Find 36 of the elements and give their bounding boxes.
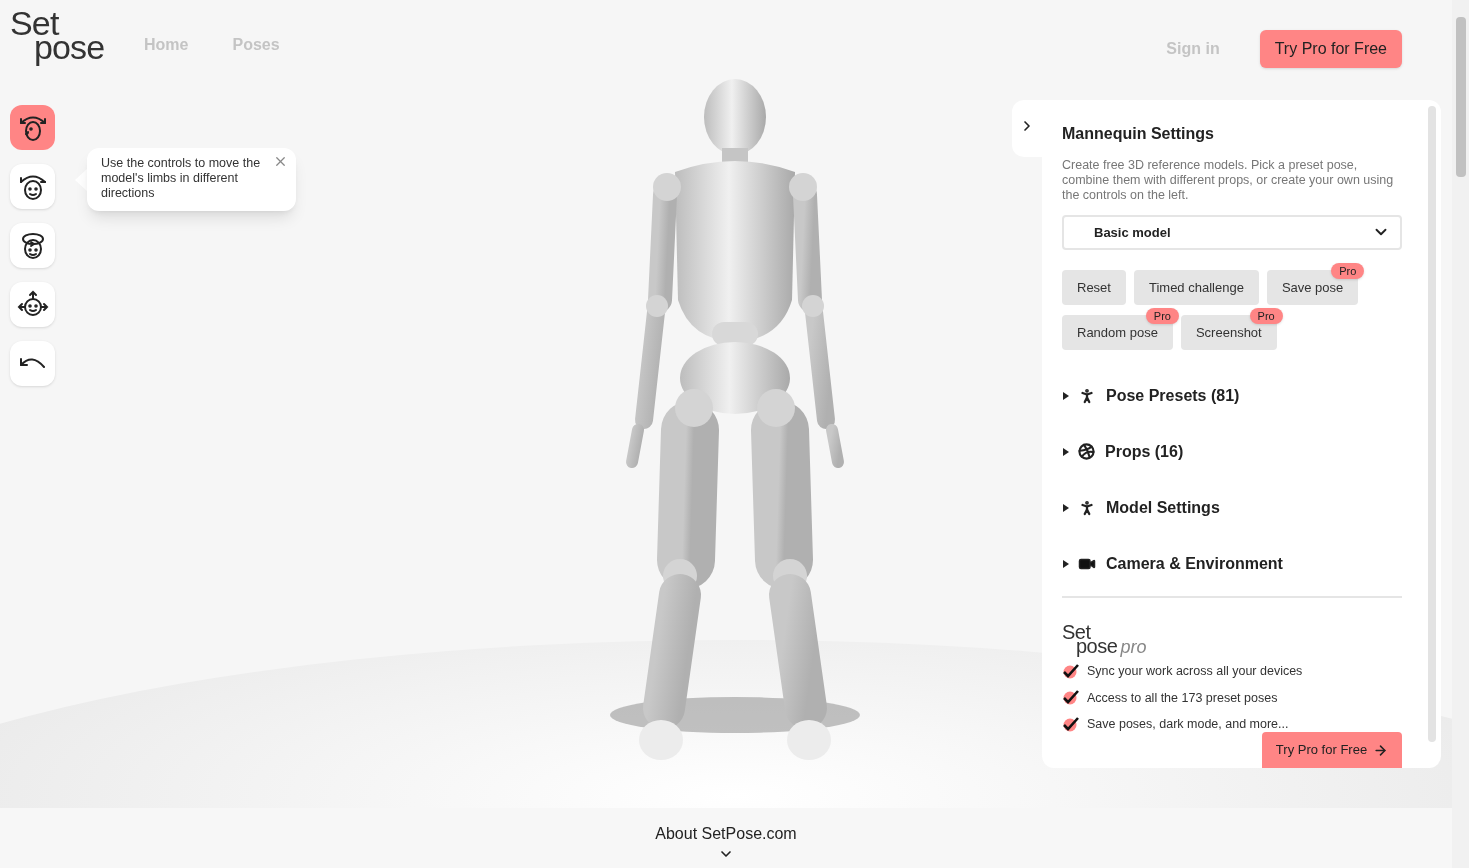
action-button[interactable]: Reset — [1062, 269, 1126, 305]
try-pro-button[interactable]: Try Pro for Free — [1259, 30, 1402, 68]
page-scrollbar-thumb[interactable] — [1455, 17, 1466, 177]
try-pro-button[interactable]: Try Pro for Free — [1262, 732, 1402, 768]
person-icon — [1078, 498, 1096, 517]
triangle-right-icon — [1062, 503, 1070, 512]
section-toggle[interactable]: Props (16) — [1062, 423, 1402, 480]
panel-scrollbar[interactable] — [1428, 106, 1436, 742]
section-toggle[interactable]: Pose Presets (81) — [1062, 367, 1402, 424]
triangle-right-icon — [1062, 391, 1070, 400]
pro-badge: Pro — [1331, 262, 1365, 279]
triangle-right-icon — [1062, 447, 1070, 456]
panel-title: Mannequin Settings — [1062, 124, 1215, 144]
feature-text: Access to all the 173 preset poses — [1087, 689, 1278, 707]
section-toggle[interactable]: Camera & Environment — [1062, 535, 1402, 592]
close-icon[interactable] — [273, 154, 288, 169]
pose-tool-button[interactable] — [10, 282, 55, 327]
arrow-right-icon — [1373, 742, 1389, 758]
setpose-logo[interactable]: Set pose — [10, 6, 110, 64]
pro-badge: Pro — [1145, 307, 1179, 324]
feature-text: Save poses, dark mode, and more... — [1087, 716, 1289, 734]
model-select[interactable]: Basic model — [1062, 215, 1402, 250]
pose-tool-button[interactable] — [10, 105, 55, 150]
pose-tool-button[interactable] — [10, 341, 55, 386]
tooltip-text: Use the controls to move the model's limbs in different directions — [101, 156, 262, 201]
undo-icon — [19, 357, 46, 370]
feature-text: Sync your work across all your devices — [1087, 662, 1303, 680]
about-link[interactable]: About SetPose.com — [655, 822, 797, 846]
panel-description: Create free 3D reference models. Pick a preset pose, combine them with different props, or create your own using the controls on the left. — [1062, 158, 1395, 203]
triangle-right-icon — [1062, 559, 1070, 568]
ball-icon — [1078, 443, 1095, 461]
action-button[interactable]: Timed challenge — [1133, 269, 1259, 305]
pro-badge: Pro — [1249, 307, 1283, 324]
section-toggle[interactable]: Model Settings — [1062, 479, 1402, 536]
pose-tool-button[interactable] — [10, 164, 55, 209]
pose-tool-button[interactable] — [10, 223, 55, 268]
